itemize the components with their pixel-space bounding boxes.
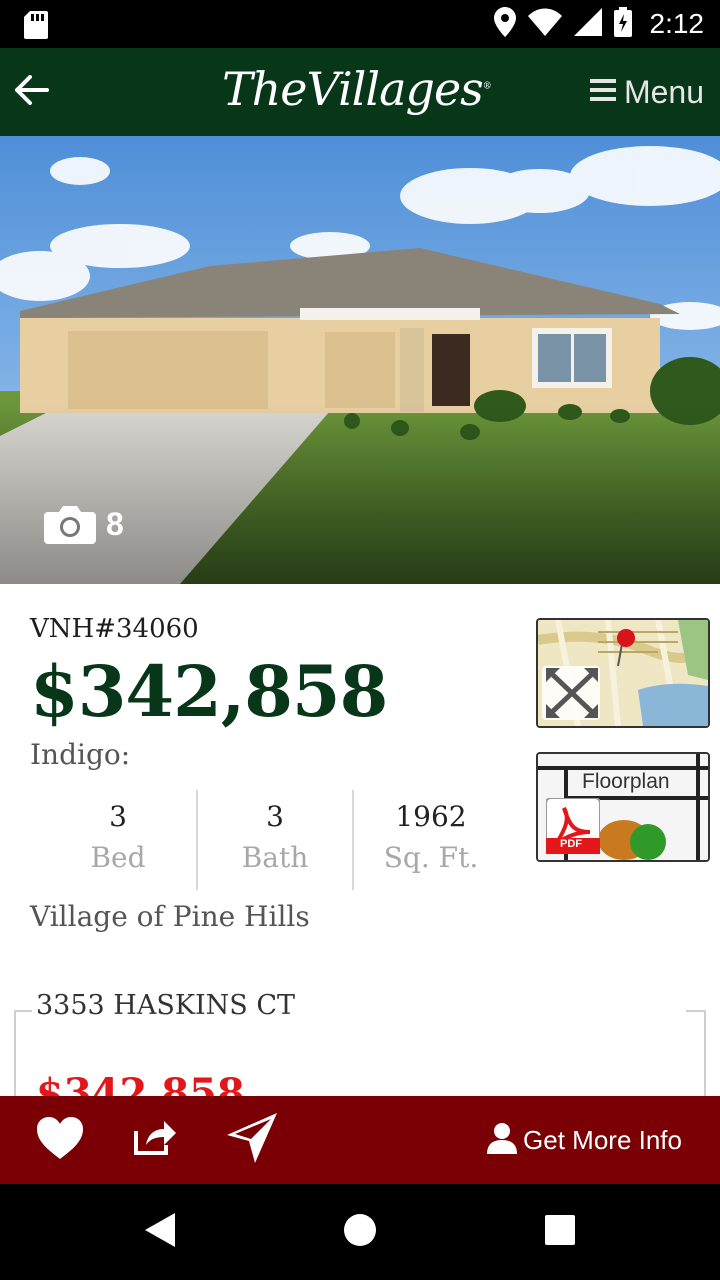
stat-sqft: 1962 Sq. Ft. <box>352 790 508 890</box>
stat-bed: 3 Bed <box>40 790 196 890</box>
favorite-button[interactable] <box>32 1112 88 1168</box>
pdf-label: PDF <box>560 838 582 850</box>
recents-square-icon <box>545 1214 575 1250</box>
back-button[interactable] <box>10 70 54 114</box>
address: 3353 HASKINS CT <box>34 990 298 1021</box>
home-circle-icon <box>343 1213 377 1252</box>
system-home-button[interactable] <box>332 1204 388 1260</box>
stat-bath: 3 Bath <box>196 790 352 890</box>
stat-value: 1962 <box>395 800 467 833</box>
system-recents-button[interactable] <box>532 1204 588 1260</box>
stat-label: Sq. Ft. <box>383 841 479 874</box>
floorplan-label: Floorplan <box>582 770 670 793</box>
status-bar: 2:12 <box>0 0 720 48</box>
hamburger-icon <box>589 78 616 106</box>
logo-mark: ® <box>482 81 492 92</box>
action-bar: Get More Info <box>0 1096 720 1184</box>
photo-count-label: 8 <box>106 505 124 542</box>
navigate-icon <box>227 1112 277 1168</box>
arrow-left-icon <box>15 74 49 110</box>
logo[interactable]: TheVillages® <box>222 62 492 116</box>
stat-label: Bath <box>241 841 309 874</box>
stat-label: Bed <box>90 841 146 874</box>
listing-price: $342,858 <box>30 650 388 733</box>
home-stats: 3 Bed 3 Bath 1962 Sq. Ft. <box>40 790 508 890</box>
floorplan-thumbnail[interactable]: Floorplan PDF <box>536 752 710 862</box>
map-expand-icon <box>544 666 600 725</box>
navigate-button[interactable] <box>224 1112 280 1168</box>
photo-count[interactable]: 8 <box>44 504 124 544</box>
stat-value: 3 <box>266 800 284 833</box>
home-photo[interactable]: 8 <box>0 136 720 584</box>
wifi-icon <box>527 8 562 41</box>
get-more-info-label: Get More Info <box>523 1124 682 1155</box>
camera-icon <box>44 504 96 544</box>
system-back-button[interactable] <box>132 1204 188 1260</box>
listing-id: VNH#34060 <box>30 614 199 644</box>
menu-button[interactable]: Menu <box>589 70 704 114</box>
logo-text: TheVillages <box>222 62 484 116</box>
back-triangle-icon <box>145 1212 175 1252</box>
menu-label: Menu <box>623 73 704 110</box>
home-model: Indigo: <box>30 738 131 771</box>
battery-charging-icon <box>613 6 632 42</box>
heart-icon <box>37 1116 83 1164</box>
village-name: Village of Pine Hills <box>30 900 310 933</box>
get-more-info-button[interactable]: Get More Info <box>485 1118 682 1162</box>
map-thumbnail[interactable] <box>536 618 710 728</box>
signal-icon <box>573 7 602 41</box>
share-button[interactable] <box>126 1112 182 1168</box>
person-icon <box>485 1122 518 1159</box>
system-nav-bar <box>0 1184 720 1280</box>
app-header: TheVillages® Menu <box>0 48 720 136</box>
clock: 2:12 <box>649 8 705 39</box>
stat-value: 3 <box>109 800 127 833</box>
share-icon <box>132 1119 176 1162</box>
sd-card-icon <box>24 11 48 44</box>
location-icon <box>493 6 516 42</box>
